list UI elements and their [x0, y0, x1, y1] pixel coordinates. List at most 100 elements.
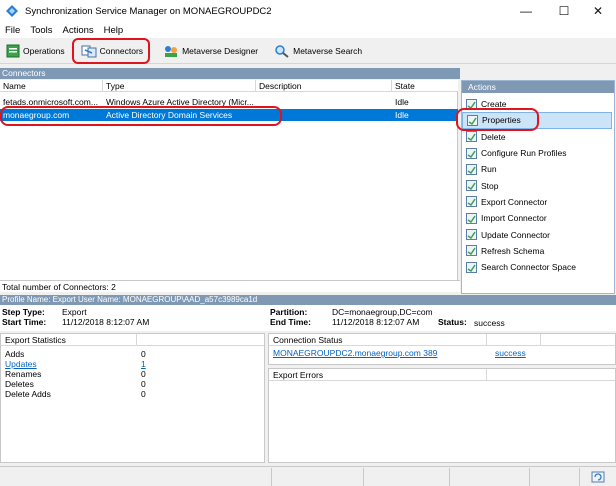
profile-bar: Profile Name: Export User Name: MONAEGRO…	[0, 295, 616, 305]
action-search-connector-space[interactable]: Search Connector Space	[462, 259, 614, 275]
menu-help[interactable]: Help	[99, 25, 129, 36]
menu-file[interactable]: File	[0, 25, 25, 36]
refresh-status-icon	[591, 471, 605, 483]
stat-label-link[interactable]: Updates	[1, 359, 137, 369]
status-pane	[580, 468, 616, 486]
step-type-value: Export	[62, 307, 87, 317]
end-time-value: 11/12/2018 8:12:07 AM	[332, 317, 420, 327]
action-label: Stop	[481, 180, 499, 191]
main-window: Synchronization Service Manager on MONAE…	[0, 0, 616, 486]
stat-value: 0	[141, 369, 146, 379]
connector-count: Total number of Connectors: 2	[0, 280, 460, 292]
connection-result-link[interactable]: success	[491, 348, 526, 358]
action-label: Delete	[481, 131, 506, 142]
action-label: Search Connector Space	[481, 262, 576, 273]
title-bar: Synchronization Service Manager on MONAE…	[0, 0, 616, 22]
stat-row: Delete Adds 0	[1, 389, 264, 399]
connection-server-link[interactable]: MONAEGROUPDC2.monaegroup.com 389	[269, 348, 487, 358]
metaverse-search-label: Metaverse Search	[293, 45, 363, 56]
col-header-type[interactable]: Type	[103, 80, 256, 92]
status-pane	[530, 468, 580, 486]
action-icon	[466, 131, 477, 143]
action-label: Configure Run Profiles	[481, 148, 567, 159]
action-label: Run	[481, 164, 497, 175]
action-icon	[466, 261, 477, 273]
action-icon	[466, 229, 477, 241]
metaverse-designer-label: Metaverse Designer	[182, 45, 259, 56]
stat-label: Deletes	[5, 379, 34, 389]
connector-state: Idle	[395, 110, 409, 120]
stat-value: 0	[141, 349, 146, 359]
action-import-connector[interactable]: Import Connector	[462, 210, 614, 226]
action-label: Export Connector	[481, 196, 548, 207]
selected-row-highlight	[0, 106, 282, 126]
operations-label: Operations	[23, 45, 65, 56]
start-time-value: 11/12/2018 8:12:07 AM	[62, 317, 150, 327]
stat-row: Updates 1	[1, 359, 264, 369]
stat-value: 0	[141, 389, 146, 399]
col-header-state[interactable]: State	[392, 80, 458, 92]
stat-label: Delete Adds	[5, 389, 51, 399]
export-statistics-box: Export Statistics Adds 0 Updates 1 Renames…	[0, 333, 265, 463]
connector-state: Idle	[395, 97, 409, 107]
minimize-button[interactable]: —	[508, 0, 544, 22]
action-export-connector[interactable]: Export Connector	[462, 194, 614, 210]
end-time-label: End Time:	[270, 317, 311, 327]
stat-row: Deletes 0	[1, 379, 264, 389]
connectors-highlight	[72, 38, 150, 64]
grid-header: Name Type Description State	[0, 80, 458, 92]
action-delete[interactable]: Delete	[462, 129, 614, 145]
action-icon	[466, 147, 477, 159]
window-title: Synchronization Service Manager on MONAE…	[25, 5, 272, 17]
status-pane	[450, 468, 530, 486]
step-details: Step Type: Export Start Time: 11/12/2018…	[0, 305, 616, 331]
status-pane	[272, 468, 364, 486]
action-run[interactable]: Run	[462, 161, 614, 177]
metaverse-designer-icon	[165, 45, 178, 57]
action-refresh-schema[interactable]: Refresh Schema	[462, 243, 614, 259]
partition-label: Partition:	[270, 307, 308, 317]
status-pane	[0, 468, 272, 486]
step-type-label: Step Type:	[2, 307, 45, 317]
actions-title: Actions	[462, 81, 614, 93]
action-icon	[466, 212, 477, 224]
action-icon	[466, 180, 477, 192]
action-icon	[466, 245, 477, 257]
action-update-connector[interactable]: Update Connector	[462, 226, 614, 242]
stat-label: Renames	[5, 369, 42, 379]
stat-row: Adds 0	[1, 349, 264, 359]
properties-highlight	[456, 108, 539, 131]
stat-value: 0	[141, 379, 146, 389]
action-label: Refresh Schema	[481, 245, 545, 256]
status-pane	[364, 468, 450, 486]
menu-actions[interactable]: Actions	[58, 25, 99, 36]
metaverse-search-icon	[275, 44, 289, 58]
export-errors-box: Export Errors	[268, 368, 616, 463]
action-icon	[466, 196, 477, 208]
partition-value: DC=monaegroup,DC=com	[332, 307, 433, 317]
export-statistics-header: Export Statistics	[1, 334, 137, 346]
status-bar	[0, 466, 616, 486]
action-label: Import Connector	[481, 213, 547, 224]
action-stop[interactable]: Stop	[462, 177, 614, 193]
connection-status-header: Connection Status	[269, 334, 487, 346]
col-header-description[interactable]: Description	[256, 80, 392, 92]
close-button[interactable]: ✕	[580, 0, 616, 22]
stat-value-link[interactable]: 1	[137, 359, 146, 369]
stat-label: Adds	[5, 349, 25, 359]
action-configure-run-profiles[interactable]: Configure Run Profiles	[462, 145, 614, 161]
export-errors-header: Export Errors	[269, 369, 487, 381]
col-header-name[interactable]: Name	[0, 80, 103, 92]
menu-tools[interactable]: Tools	[25, 25, 57, 36]
connection-status-box: Connection Status MONAEGROUPDC2.monaegro…	[268, 333, 616, 365]
start-time-label: Start Time:	[2, 317, 47, 327]
maximize-button[interactable]: ☐	[546, 0, 582, 22]
operations-button[interactable]: Operations	[2, 40, 69, 62]
operations-icon	[6, 44, 20, 57]
connectors-section-header: Connectors	[0, 68, 460, 79]
sync-app-icon	[6, 5, 18, 17]
action-icon	[466, 163, 477, 175]
status-label: Status:	[438, 317, 467, 327]
metaverse-designer-button[interactable]: Metaverse Designer	[159, 40, 262, 62]
metaverse-search-button[interactable]: Metaverse Search	[270, 40, 366, 62]
